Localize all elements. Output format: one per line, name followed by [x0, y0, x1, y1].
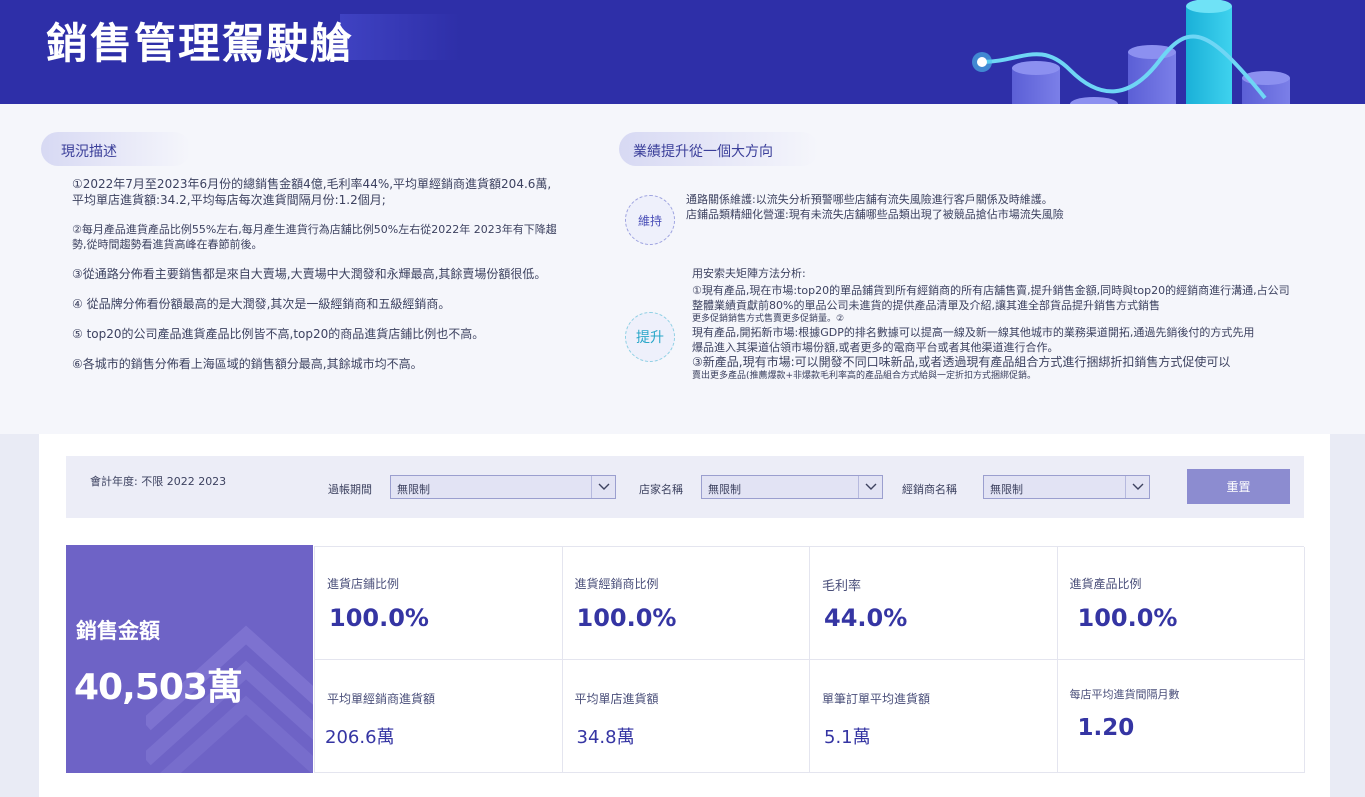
kpi-value: 100.0%	[1077, 604, 1178, 632]
maintain-line: 店鋪品類精細化營運:現有未流失店舖哪些品類出現了被競品搶佔市場流失風險	[686, 208, 1064, 221]
sales-amount-card: 銷售金額 40,503萬	[66, 545, 313, 773]
chevron-down-icon[interactable]	[858, 476, 882, 498]
status-item: ④ 從品牌分佈看份額最高的是大潤發,其次是一級經銷商和五級經銷商。	[72, 297, 451, 311]
period-select-value: 無限制	[397, 483, 430, 496]
kpi-cell-store-ratio: 進貨店鋪比例 100.0%	[315, 547, 563, 660]
kpi-label: 毛利率	[822, 579, 862, 594]
kpi-label: 進貨產品比例	[1069, 577, 1142, 591]
kpi-label: 進貨經銷商比例	[574, 577, 659, 591]
store-label: 店家名稱	[639, 483, 683, 496]
chart-decoration-icon	[972, 0, 1290, 104]
kpi-cell-avg-dealer-purchase: 平均單經銷商進貨額 206.6萬	[315, 660, 563, 773]
fiscal-year-filter[interactable]: 會計年度: 不限 2022 2023	[90, 473, 226, 489]
kpi-cell-dealer-ratio: 進貨經銷商比例 100.0%	[562, 547, 810, 660]
kpi-value: 206.6萬	[325, 727, 395, 748]
period-select[interactable]: 無限制	[390, 475, 616, 499]
dealer-select-value: 無限制	[990, 483, 1023, 496]
kpi-label: 平均單經銷商進貨額	[327, 692, 436, 706]
kpi-cell-avg-order-purchase: 單筆訂單平均進貨額 5.1萬	[810, 660, 1058, 773]
kpi-value: 44.0%	[824, 604, 908, 632]
kpi-grid: 進貨店鋪比例 100.0% 進貨經銷商比例 100.0% 毛利率 44.0% 進…	[314, 546, 1305, 773]
kpi-cell-product-ratio: 進貨產品比例 100.0%	[1057, 547, 1305, 660]
kpi-value: 100.0%	[329, 604, 429, 632]
reset-button[interactable]: 重置	[1187, 469, 1290, 504]
store-select[interactable]: 無限制	[701, 475, 883, 499]
dealer-select[interactable]: 無限制	[983, 475, 1150, 499]
boost-badge: 提升	[625, 312, 675, 362]
status-item: ⑥各城市的銷售分佈看上海區域的銷售額分最高,其餘城市均不高。	[72, 357, 423, 371]
status-item: ⑤ top20的公司產品進貨產品比例皆不高,top20的商品進貨店鋪比例也不高。	[72, 327, 485, 341]
period-label: 過帳期間	[328, 483, 372, 496]
kpi-label: 每店平均進貨間隔月數	[1069, 688, 1180, 701]
title-shadow-decoration	[340, 14, 460, 60]
kpi-label: 單筆訂單平均進貨額	[822, 692, 931, 706]
status-section-title: 現況描述	[41, 132, 191, 166]
store-select-value: 無限制	[708, 483, 741, 496]
kpi-cell-avg-interval-months: 每店平均進貨間隔月數 1.20	[1057, 660, 1305, 773]
sales-amount-value: 40,503萬	[74, 667, 243, 708]
kpi-value: 34.8萬	[576, 727, 635, 748]
direction-section-title: 業績提升從一個大方向	[619, 132, 819, 166]
kpi-value: 100.0%	[576, 604, 677, 632]
maintain-badge: 維持	[625, 195, 675, 245]
chevron-down-icon[interactable]	[1125, 476, 1149, 498]
boost-line: 賣出更多產品(推薦爆款+非爆款毛利率高的產品組合方式給與一定折扣方式捆綁促銷。	[692, 371, 1037, 381]
maintain-text: 通路關係維護:以流失分析預警哪些店舖有流失風險進行客戶關係及時維護。 店鋪品類精…	[686, 192, 1286, 222]
status-item: ③從通路分佈看主要銷售都是來自大賣場,大賣場中大潤發和永輝最高,其餘賣場份額很低…	[72, 267, 547, 281]
boost-line: 更多促銷銷售方式售賣更多促銷量。②	[692, 314, 845, 324]
boost-intro: 用安索夫矩陣方法分析:	[692, 267, 806, 280]
status-item: ①2022年7月至2023年6月份的總銷售金額4億,毛利率44%,平均單經銷商進…	[72, 177, 552, 207]
kpi-label: 進貨店鋪比例	[327, 577, 400, 591]
dealer-label: 經銷商名稱	[902, 483, 957, 496]
chevron-down-icon[interactable]	[591, 476, 615, 498]
page-title: 銷售管理駕駛艙	[46, 19, 355, 68]
kpi-label: 平均單店進貨額	[574, 692, 659, 706]
kpi-value: 5.1萬	[824, 727, 871, 748]
boost-text: 用安索夫矩陣方法分析: ①現有產品,現在市場:top20的單品鋪貨到所有經銷商的…	[692, 266, 1292, 382]
status-list: ①2022年7月至2023年6月份的總銷售金額4億,毛利率44%,平均單經銷商進…	[72, 176, 562, 386]
status-item: ②每月產品進貨產品比例55%左右,每月產生進貨行為店舖比例50%左右從2022年…	[72, 223, 557, 251]
boost-line: ①現有產品,現在市場:top20的單品鋪貨到所有經銷商的所有店舖售賣,提升銷售金…	[692, 284, 1290, 312]
sales-amount-label: 銷售金額	[76, 619, 160, 643]
kpi-value: 1.20	[1077, 715, 1135, 741]
maintain-line: 通路關係維護:以流失分析預警哪些店舖有流失風險進行客戶關係及時維護。	[686, 193, 1053, 206]
boost-line: 現有產品,開拓新市場:根據GDP的排名數據可以提高一線及新一線其他城市的業務渠道…	[692, 326, 1255, 339]
kpi-cell-avg-store-purchase: 平均單店進貨額 34.8萬	[562, 660, 810, 773]
boost-line: ③新產品,現有市場:可以開發不同口味新品,或者透過現有產品組合方式進行捆綁折扣銷…	[692, 355, 1231, 369]
kpi-cell-gross-margin: 毛利率 44.0%	[810, 547, 1058, 660]
boost-line: 爆品進入其渠道佔領市場份額,或者更多的電商平台或者其他渠道進行合作。	[692, 341, 1059, 354]
header-banner: 銷售管理駕駛艙	[0, 0, 1365, 104]
